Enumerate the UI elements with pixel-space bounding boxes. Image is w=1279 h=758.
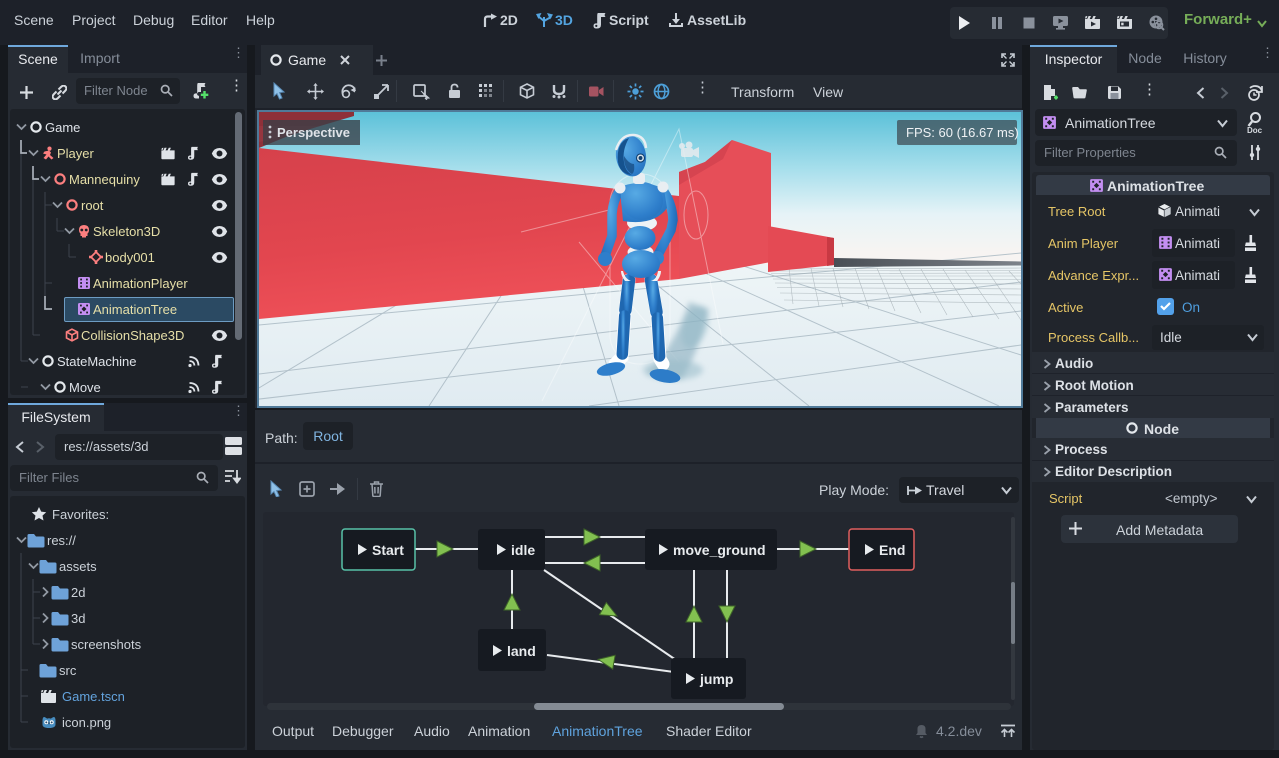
svg-text:idle: idle — [511, 542, 535, 558]
svg-text:Start: Start — [372, 542, 404, 558]
svg-text:move_ground: move_ground — [673, 542, 766, 558]
svg-text:FPS: 60 (16.67 ms): FPS: 60 (16.67 ms) — [906, 125, 1019, 140]
svg-text:Perspective: Perspective — [277, 125, 350, 140]
svg-text:land: land — [507, 643, 536, 659]
svg-text:End: End — [879, 542, 905, 558]
svg-text:Doc: Doc — [1247, 126, 1263, 135]
svg-text:jump: jump — [699, 671, 733, 687]
